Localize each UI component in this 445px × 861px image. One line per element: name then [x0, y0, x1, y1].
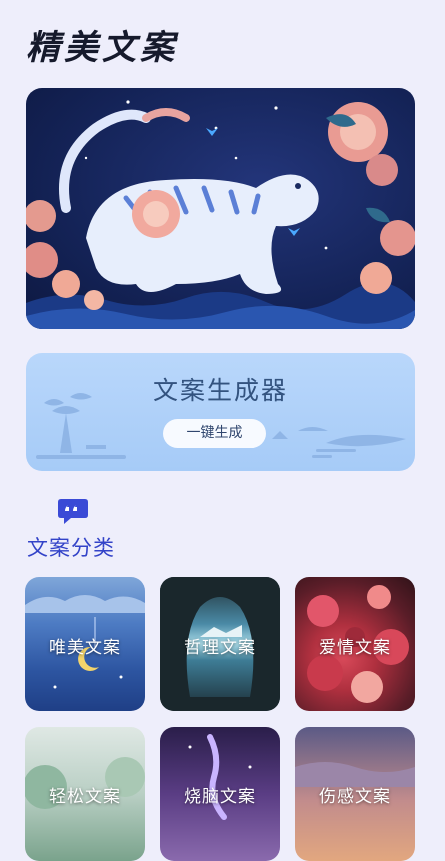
chat-bubble-icon [55, 497, 89, 527]
category-tile-sad[interactable]: 伤感文案 [295, 727, 415, 861]
category-section-title: 文案分类 [27, 536, 115, 560]
category-tile-philosophy[interactable]: 哲理文案 [160, 577, 280, 711]
category-tile-brain-teaser[interactable]: 烧脑文案 [160, 727, 280, 861]
category-tile-aesthetic[interactable]: 唯美文案 [25, 577, 145, 711]
category-tile-love[interactable]: 爱情文案 [295, 577, 415, 711]
category-label: 爱情文案 [319, 638, 391, 658]
generator-title: 文案生成器 [152, 376, 288, 405]
page-title: 精美文案 [26, 28, 178, 68]
hero-banner-image[interactable] [26, 88, 415, 329]
category-label: 哲理文案 [184, 638, 256, 658]
category-tile-relaxed[interactable]: 轻松文案 [25, 727, 145, 861]
tiger-illustration [26, 100, 415, 329]
category-label: 唯美文案 [49, 638, 121, 658]
one-click-generate-button[interactable]: 一键生成 [163, 419, 266, 448]
copywriting-generator-card[interactable]: 文案生成器 一键生成 [26, 353, 415, 471]
